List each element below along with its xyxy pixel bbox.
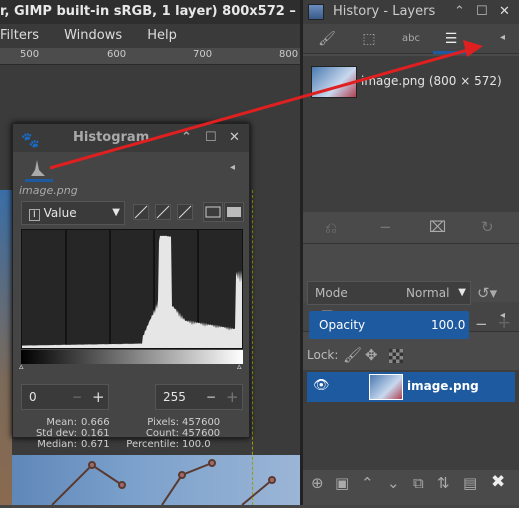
annotation-arrow: [49, 40, 483, 170]
